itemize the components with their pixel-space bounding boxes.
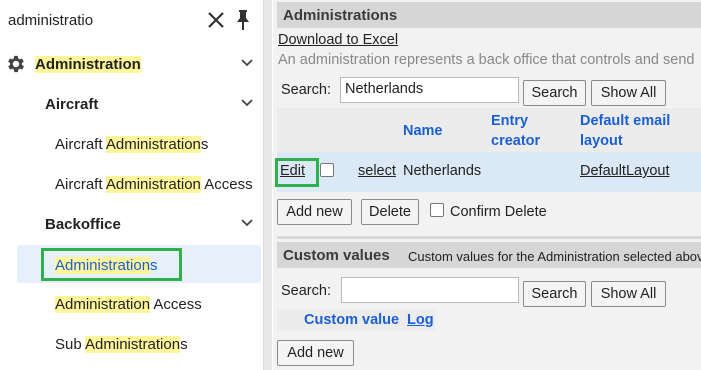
edit-highlight-outline — [275, 158, 319, 187]
column-header-name[interactable]: Name — [403, 121, 443, 141]
main-content: Administrations Download to Excel An adm… — [273, 0, 701, 370]
table-row: Edit select Netherlands DefaultLayout — [277, 152, 701, 192]
search-label: Search: — [281, 82, 331, 98]
custom-values-add-new-button[interactable]: Add new — [277, 340, 354, 366]
column-header-custom-value[interactable]: Custom value — [304, 310, 399, 330]
custom-values-search-input[interactable] — [341, 277, 519, 303]
show-all-button[interactable]: Show All — [591, 80, 666, 106]
custom-values-table-header: Custom value Log — [277, 310, 435, 330]
download-excel-link[interactable]: Download to Excel — [278, 32, 398, 48]
sidebar-item-label: Sub Administrations — [55, 336, 188, 353]
sidebar-item-sub-administrations[interactable]: Sub Administrations — [0, 324, 262, 364]
sidebar-search-input[interactable]: administratio — [8, 12, 93, 29]
selection-outline — [41, 248, 182, 281]
sidebar-item-label: Aircraft Administration Access — [55, 176, 253, 193]
add-new-button[interactable]: Add new — [277, 199, 352, 225]
sidebar-item-label: Aircraft — [45, 96, 99, 113]
panel-title: Custom values — [283, 247, 390, 264]
custom-values-panel-header: Custom values Custom values for the Admi… — [277, 242, 701, 268]
custom-values-show-all-button[interactable]: Show All — [591, 281, 666, 307]
default-layout-link[interactable]: DefaultLayout — [580, 163, 669, 179]
close-icon[interactable] — [206, 10, 226, 30]
panel-title: Administrations — [283, 7, 398, 24]
sidebar-scrollbar[interactable] — [263, 0, 272, 370]
row-checkbox[interactable] — [320, 163, 334, 177]
delete-button[interactable]: Delete — [361, 199, 419, 225]
column-header-log[interactable]: Log — [407, 310, 434, 330]
custom-values-search-button[interactable]: Search — [523, 281, 586, 307]
column-header-entry-creator[interactable]: Entry creator — [491, 111, 561, 151]
sidebar-item-label: Aircraft Administrations — [55, 136, 209, 153]
panel-description: An administration represents a back offi… — [278, 52, 695, 68]
sidebar: administratio Administration Aircraft Ai… — [0, 0, 264, 370]
sidebar-item-administration[interactable]: Administration — [0, 44, 262, 84]
table-header: Name Entry creator Default email layout — [277, 108, 701, 152]
sidebar-item-backoffice[interactable]: Backoffice — [0, 204, 262, 244]
sidebar-item-aircraft-administrations[interactable]: Aircraft Administrations — [0, 124, 262, 164]
chevron-down-icon[interactable] — [240, 98, 254, 108]
sidebar-item-aircraft-administration-access[interactable]: Aircraft Administration Access — [0, 164, 262, 204]
confirm-delete-checkbox[interactable] — [430, 203, 444, 217]
search-input[interactable]: Netherlands — [340, 77, 519, 103]
select-link[interactable]: select — [358, 163, 396, 179]
sidebar-search[interactable]: administratio — [0, 0, 264, 42]
search-label: Search: — [281, 283, 331, 299]
sidebar-item-aircraft[interactable]: Aircraft — [0, 84, 262, 124]
panel-divider — [277, 236, 701, 239]
row-name: Netherlands — [403, 163, 482, 179]
administrations-panel-header: Administrations — [277, 2, 701, 28]
panel-subtitle: Custom values for the Administration sel… — [408, 249, 701, 264]
chevron-down-icon[interactable] — [240, 58, 254, 68]
gear-icon — [8, 55, 24, 73]
sidebar-item-administration-access[interactable]: Administration Access — [0, 284, 262, 324]
search-button[interactable]: Search — [523, 80, 586, 106]
sidebar-item-label: Administration — [35, 56, 141, 73]
column-header-default-email-layout[interactable]: Default email layout — [580, 111, 700, 151]
sidebar-item-label: Administration Access — [55, 296, 202, 313]
pin-icon[interactable] — [234, 9, 252, 31]
confirm-delete-label: Confirm Delete — [450, 204, 547, 220]
chevron-down-icon[interactable] — [240, 218, 254, 228]
sidebar-item-label: Backoffice — [45, 216, 121, 233]
